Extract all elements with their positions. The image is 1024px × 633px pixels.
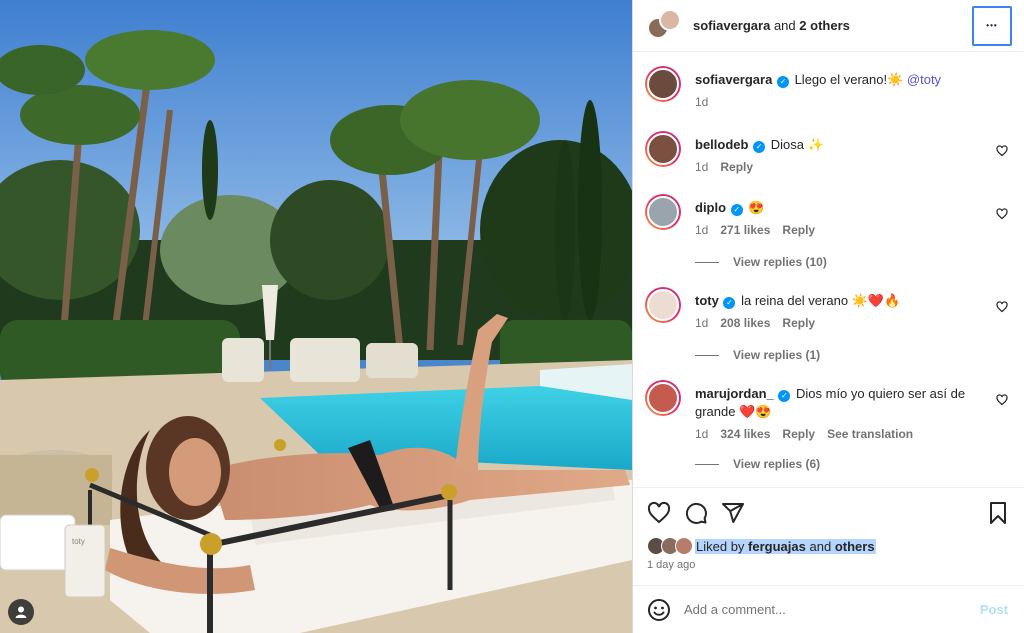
comment-username[interactable]: bellodeb <box>695 137 748 152</box>
more-options-button[interactable]: ••• <box>972 5 1012 46</box>
avatar[interactable] <box>645 380 681 416</box>
divider <box>695 261 719 263</box>
view-replies-label[interactable]: View replies (10) <box>733 255 827 269</box>
liker-avatars <box>647 537 695 555</box>
comment-time[interactable]: 1d <box>695 160 708 174</box>
comment-icon[interactable] <box>684 501 708 525</box>
like-heart-icon[interactable] <box>647 501 671 525</box>
like-heart-icon[interactable] <box>996 145 1008 157</box>
divider <box>695 463 719 465</box>
post-age[interactable]: 1 day ago <box>647 559 1010 571</box>
bottle-label: toty <box>72 537 85 546</box>
reply-button[interactable]: Reply <box>720 160 753 174</box>
avatar <box>675 537 693 555</box>
caption-username[interactable]: sofiavergara <box>695 72 772 87</box>
comment-item: diplo ✓ 😍 1d 271 likes Reply <box>645 194 1008 237</box>
comment-text: 😍 <box>748 200 765 215</box>
view-replies-label[interactable]: View replies (6) <box>733 457 820 471</box>
likes-text: Liked by ferguajas and others <box>695 538 876 554</box>
verified-badge-icon: ✓ <box>776 76 789 88</box>
comments-list[interactable]: sofiavergara ✓ Llego el verano!☀️ @toty … <box>633 52 1024 486</box>
view-replies-label[interactable]: View replies (1) <box>733 348 820 362</box>
view-replies-button[interactable]: View replies (1) <box>695 348 1008 362</box>
authors-joiner: and <box>773 18 796 33</box>
verified-badge-icon: ✓ <box>730 204 743 216</box>
avatar <box>659 8 681 31</box>
comment-item: marujordan_ ✓ Dios mío yo quiero ser así… <box>645 380 1008 441</box>
caption-time[interactable]: 1d <box>695 95 708 109</box>
share-icon[interactable] <box>721 501 745 525</box>
likes-joiner: and <box>809 538 832 554</box>
avatar[interactable] <box>645 287 681 323</box>
add-comment-bar: Post <box>633 585 1024 633</box>
caption: sofiavergara ✓ Llego el verano!☀️ @toty … <box>645 66 1008 109</box>
post-authors[interactable]: sofiavergara and 2 others <box>693 18 972 33</box>
post-photo[interactable]: toty <box>0 0 632 633</box>
comment-username[interactable]: toty <box>695 293 719 308</box>
bookmark-icon[interactable] <box>986 501 1010 525</box>
post-comment-button[interactable]: Post <box>980 602 1008 617</box>
likes-others[interactable]: others <box>835 539 875 554</box>
view-replies-button[interactable]: View replies (6) <box>695 457 1008 471</box>
reply-button[interactable]: Reply <box>782 427 815 441</box>
caption-text: Llego el verano!☀️ <box>794 72 904 87</box>
post-viewer: toty sofiavergara and 2 others ••• sofia… <box>0 0 1024 633</box>
comment-username[interactable]: diplo <box>695 200 726 215</box>
emoji-icon[interactable] <box>647 598 671 622</box>
avatar[interactable] <box>645 194 681 230</box>
comment-input[interactable] <box>684 602 980 617</box>
comment-likes[interactable]: 208 likes <box>720 316 770 330</box>
view-replies-button[interactable]: View replies (10) <box>695 255 1008 269</box>
comment-username[interactable]: marujordan_ <box>695 386 774 401</box>
avatar[interactable] <box>645 131 681 167</box>
authors-others[interactable]: 2 others <box>799 18 850 33</box>
like-heart-icon[interactable] <box>996 208 1008 220</box>
post-sidebar: sofiavergara and 2 others ••• sofiaverga… <box>632 0 1024 633</box>
author-username[interactable]: sofiavergara <box>693 18 770 33</box>
caption-mention[interactable]: @toty <box>907 72 941 87</box>
user-tag-icon[interactable] <box>8 599 34 625</box>
post-actions: Liked by ferguajas and others 1 day ago <box>633 487 1024 571</box>
verified-badge-icon: ✓ <box>778 390 791 402</box>
likes-prefix: Liked by <box>696 538 745 554</box>
reply-button[interactable]: Reply <box>782 223 815 237</box>
comment-text: Diosa ✨ <box>770 137 824 152</box>
likes-user[interactable]: ferguajas <box>748 539 806 554</box>
comment-time[interactable]: 1d <box>695 316 708 330</box>
comment-item: bellodeb ✓ Diosa ✨ 1d Reply <box>645 131 1008 174</box>
post-header: sofiavergara and 2 others ••• <box>633 0 1024 52</box>
comment-time[interactable]: 1d <box>695 223 708 237</box>
collab-avatars[interactable] <box>647 8 681 41</box>
likes-summary[interactable]: Liked by ferguajas and others <box>647 537 1010 555</box>
verified-badge-icon: ✓ <box>753 141 766 153</box>
comment-likes[interactable]: 324 likes <box>720 427 770 441</box>
comment-item: toty ✓ la reina del verano ☀️❤️🔥 1d 208 … <box>645 287 1008 330</box>
more-icon: ••• <box>986 21 998 30</box>
like-heart-icon[interactable] <box>996 301 1008 313</box>
reply-button[interactable]: Reply <box>782 316 815 330</box>
comment-text: la reina del verano ☀️❤️🔥 <box>741 293 901 308</box>
verified-badge-icon: ✓ <box>723 297 736 309</box>
see-translation-button[interactable]: See translation <box>827 427 913 441</box>
like-heart-icon[interactable] <box>996 394 1008 406</box>
divider <box>695 354 719 356</box>
comment-likes[interactable]: 271 likes <box>720 223 770 237</box>
photo-scene <box>0 0 632 633</box>
avatar[interactable] <box>645 66 681 102</box>
comment-time[interactable]: 1d <box>695 427 708 441</box>
